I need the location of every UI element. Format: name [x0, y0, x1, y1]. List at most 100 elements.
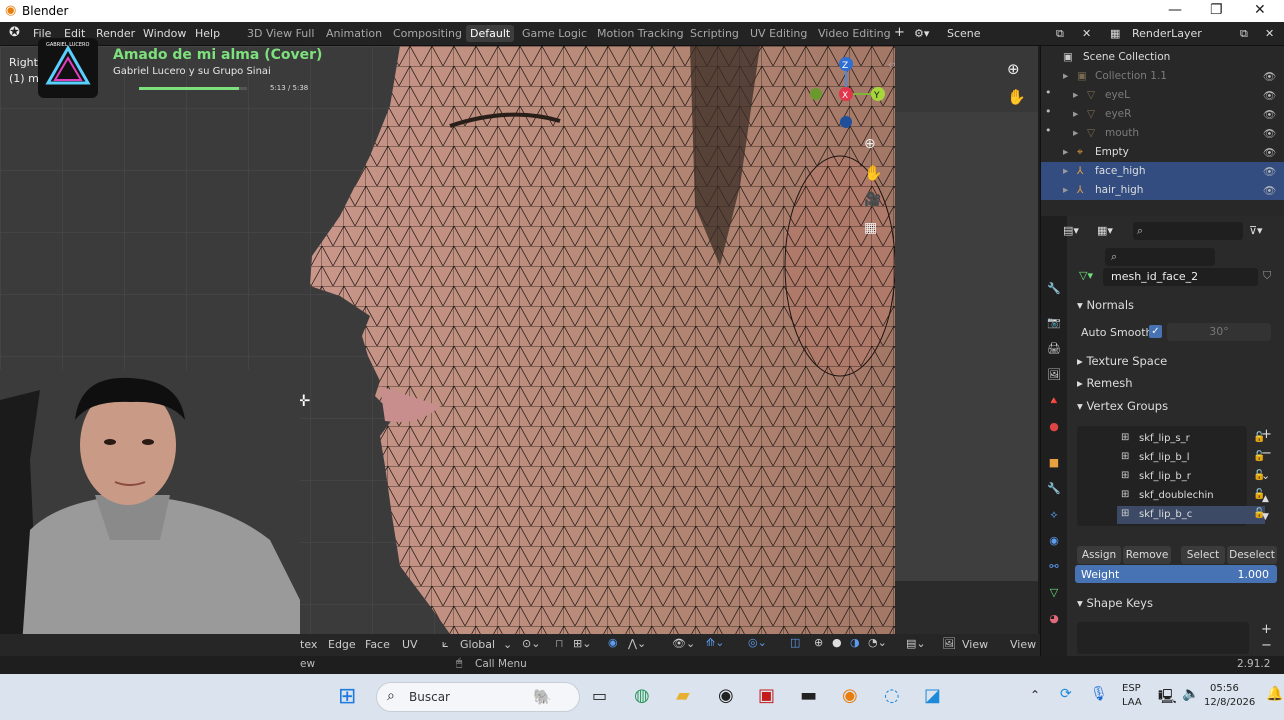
- grid-view-icon[interactable]: ▦: [864, 220, 877, 236]
- data-tab-icon[interactable]: ▽: [1047, 586, 1061, 600]
- texture-space-section[interactable]: ▸ Texture Space: [1077, 354, 1167, 368]
- vertex-group-row[interactable]: ⊞ skf_doublechin 🔓: [1117, 487, 1265, 505]
- orientation-dropdown[interactable]: Global: [460, 638, 495, 651]
- copy-layer-icon[interactable]: ⧉: [1240, 27, 1248, 41]
- pan-hand-icon[interactable]: ✋: [864, 164, 883, 182]
- visibility-eye-icon[interactable]: 👁: [1263, 89, 1276, 102]
- shading-material-icon[interactable]: ◑: [850, 636, 860, 649]
- chevron-up-icon[interactable]: ⌃: [1030, 688, 1040, 702]
- modifier-tab-icon[interactable]: 🔧: [1047, 482, 1061, 496]
- camera-icon[interactable]: 🎥: [864, 192, 881, 208]
- vertex-group-row[interactable]: ⊞ skf_lip_b_l 🔓: [1117, 449, 1265, 467]
- outliner-item[interactable]: ▸ ▣ Collection 1.1 👁: [1041, 67, 1284, 86]
- scene-selector-icon[interactable]: ⚙▾: [914, 27, 929, 40]
- expand-arrow-icon[interactable]: ▸: [1063, 165, 1068, 177]
- search-zoom-icon[interactable]: ⊕: [1007, 60, 1020, 78]
- shading-wireframe-icon[interactable]: ⊕: [814, 636, 823, 649]
- keyboard-language[interactable]: ESP: [1122, 683, 1141, 694]
- xray-icon[interactable]: ◫: [790, 636, 800, 649]
- expand-arrow-icon[interactable]: ▸: [1073, 108, 1078, 120]
- tab-compositing[interactable]: Compositing: [393, 27, 462, 40]
- remove-shape-key-icon[interactable]: −: [1261, 638, 1272, 653]
- mesh-name-field[interactable]: mesh_id_face_2: [1103, 268, 1258, 286]
- auto-smooth-angle-field[interactable]: 30°: [1167, 323, 1271, 341]
- visibility-eye-icon[interactable]: 👁: [1263, 127, 1276, 140]
- expand-arrow-icon[interactable]: ▸: [1073, 127, 1078, 139]
- tab-animation[interactable]: Animation: [326, 27, 382, 40]
- terminal-icon[interactable]: ▬: [800, 685, 817, 706]
- pivot-point-icon[interactable]: ⊙⌄: [522, 637, 540, 650]
- vertex-group-row[interactable]: ⊞ skf_lip_b_r 🔓: [1117, 468, 1265, 486]
- clock-time[interactable]: 05:56: [1210, 683, 1239, 694]
- tab-game-logic[interactable]: Game Logic: [522, 27, 587, 40]
- uv-menu[interactable]: UV: [402, 638, 418, 651]
- blender-taskbar-icon[interactable]: ◉: [842, 685, 858, 706]
- visibility-icon[interactable]: 👁⌄: [672, 637, 695, 650]
- gizmo-icon[interactable]: ⟰⌄: [706, 636, 724, 649]
- view-menu[interactable]: View: [962, 638, 988, 651]
- visibility-eye-icon[interactable]: 👁: [1263, 70, 1276, 83]
- deselect-button[interactable]: Deselect: [1227, 546, 1277, 564]
- outliner-item[interactable]: ▸ ▽ eyeL 👁: [1041, 86, 1284, 105]
- vertex-groups-section[interactable]: ▾ Vertex Groups: [1077, 399, 1168, 413]
- tab-search-box[interactable]: ⌕: [1105, 248, 1215, 266]
- windows-start-icon[interactable]: ⊞: [338, 684, 356, 709]
- chrome-icon[interactable]: ◍: [634, 685, 650, 706]
- blender-menu-icon[interactable]: ✪: [9, 25, 20, 40]
- microphone-icon[interactable]: 🎙: [1090, 686, 1108, 702]
- secondary-view-region[interactable]: ⊕ ✋: [895, 46, 1038, 634]
- expand-arrow-icon[interactable]: ▸: [1063, 70, 1068, 82]
- sync-icon[interactable]: ⟳: [1060, 686, 1072, 702]
- output-tab-icon[interactable]: 🖨: [1047, 342, 1061, 356]
- clock-date[interactable]: 12/8/2026: [1204, 697, 1255, 708]
- tab-motion-tracking[interactable]: Motion Tracking: [597, 27, 684, 40]
- copy-scene-icon[interactable]: ⧉: [1056, 27, 1064, 41]
- visibility-eye-icon[interactable]: 👁: [1263, 146, 1276, 159]
- remove-group-icon[interactable]: −: [1261, 446, 1272, 461]
- visibility-eye-icon[interactable]: 👁: [1263, 108, 1276, 121]
- shading-solid-icon[interactable]: ●: [832, 636, 842, 649]
- add-shape-key-icon[interactable]: +: [1261, 622, 1272, 637]
- move-down-icon[interactable]: ▼: [1262, 512, 1269, 522]
- close-icon[interactable]: ✕: [1254, 2, 1266, 18]
- scene-name[interactable]: Scene: [947, 27, 981, 40]
- add-workspace-icon[interactable]: +: [894, 25, 905, 40]
- snap-target-icon[interactable]: ⊞⌄: [573, 637, 591, 650]
- outliner-item[interactable]: ▸ ⅄ face_high 👁: [1041, 162, 1284, 181]
- shape-keys-section[interactable]: ▾ Shape Keys: [1077, 596, 1153, 610]
- render-layer-name[interactable]: RenderLayer: [1132, 27, 1202, 40]
- scene-tab-icon[interactable]: 🔺: [1047, 394, 1061, 408]
- view-layer-tab-icon[interactable]: 🖼: [1047, 368, 1061, 382]
- edge-icon[interactable]: ◌: [884, 685, 900, 706]
- vertex-menu-partial[interactable]: tex: [300, 638, 317, 651]
- fake-user-icon[interactable]: ⛉: [1263, 269, 1271, 283]
- navigation-gizmo[interactable]: Z Y X: [806, 54, 890, 132]
- edge-menu[interactable]: Edge: [328, 638, 356, 651]
- tab-scripting[interactable]: Scripting: [690, 27, 739, 40]
- add-group-icon[interactable]: +: [1261, 427, 1272, 442]
- app-icon-4[interactable]: ◉: [718, 685, 734, 706]
- view-menu-secondary[interactable]: View: [1010, 638, 1036, 651]
- world-tab-icon[interactable]: ●: [1047, 420, 1061, 434]
- filter-icon[interactable]: ⊽▾: [1249, 224, 1263, 237]
- vertex-group-row[interactable]: ⊞ skf_lip_b_c 🔓: [1117, 506, 1265, 524]
- visibility-eye-icon[interactable]: 👁: [1263, 184, 1276, 197]
- material-tab-icon[interactable]: ◕: [1047, 612, 1061, 626]
- outliner-item[interactable]: ▸ ⅄ hair_high 👁: [1041, 181, 1284, 200]
- normals-section[interactable]: ▾ Normals: [1077, 298, 1134, 312]
- wireframe-face-mesh[interactable]: [300, 46, 895, 634]
- auto-smooth-checkbox[interactable]: ✓: [1149, 325, 1162, 338]
- tab-default[interactable]: Default: [466, 25, 515, 42]
- render-tab-icon[interactable]: 📷: [1047, 316, 1061, 330]
- task-view-icon[interactable]: ▭: [592, 686, 607, 705]
- expand-arrow-icon[interactable]: ▸: [1073, 89, 1078, 101]
- select-button[interactable]: Select: [1181, 546, 1225, 564]
- remove-button[interactable]: Remove: [1123, 546, 1171, 564]
- outliner-item[interactable]: ▸ ▽ eyeR 👁: [1041, 105, 1284, 124]
- weight-slider[interactable]: Weight 1.000: [1075, 565, 1277, 583]
- zoom-icon[interactable]: ⊕: [864, 136, 876, 152]
- volume-icon[interactable]: 🔈: [1182, 686, 1199, 702]
- vertex-group-row[interactable]: ⊞ skf_lip_s_r 🔓: [1117, 430, 1265, 448]
- proportional-editing-icon[interactable]: ◉: [608, 636, 618, 649]
- shape-keys-list[interactable]: [1077, 622, 1249, 654]
